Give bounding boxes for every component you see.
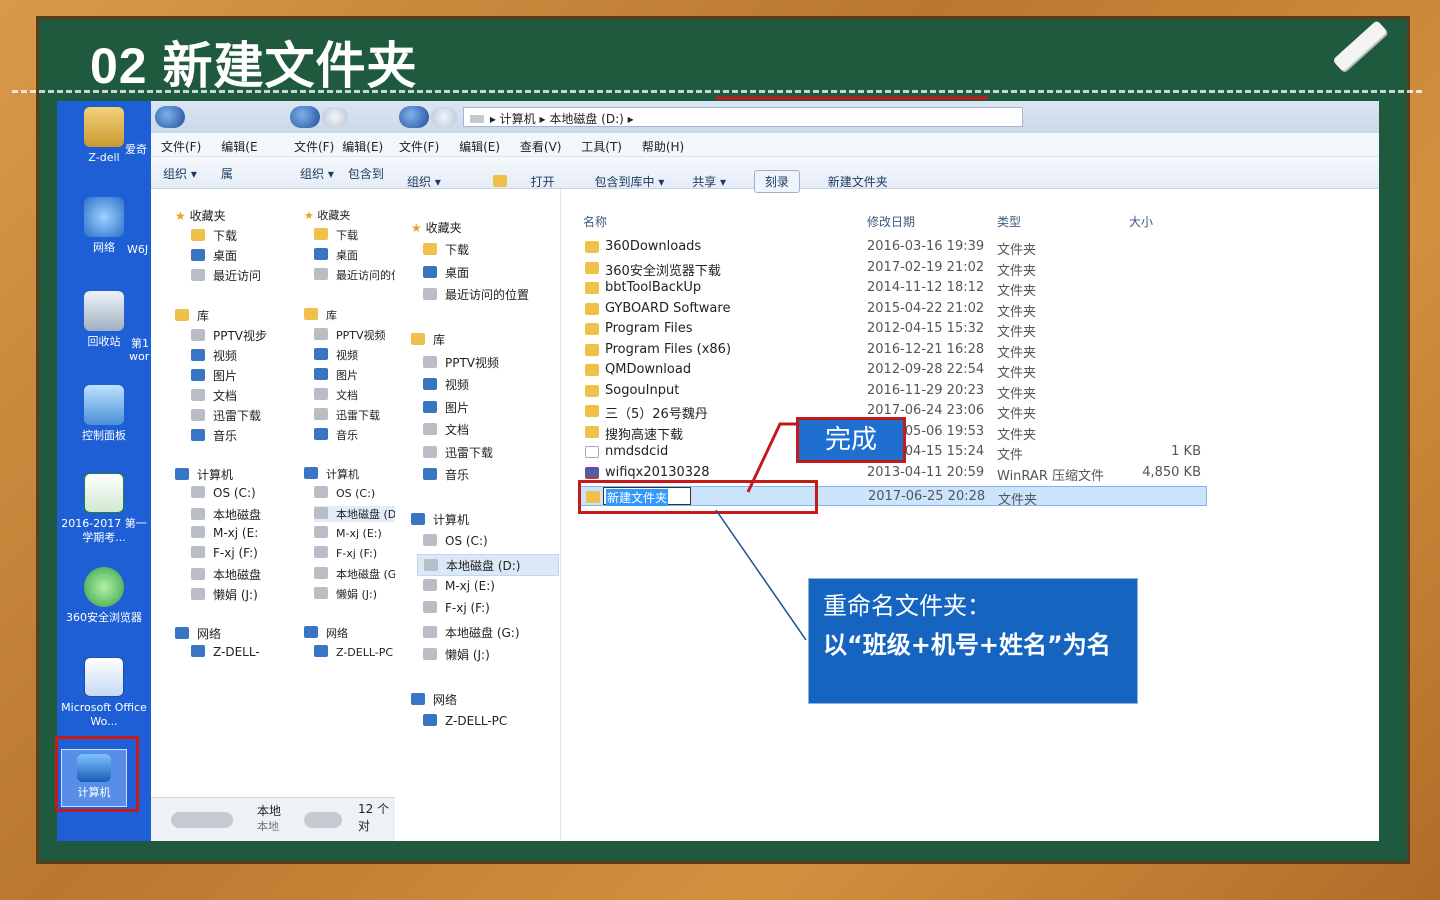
rename-rule: 以“班级+机号+姓名”为名 <box>823 631 1111 659</box>
annotation-lines <box>715 96 988 641</box>
rename-pointer-line <box>715 509 807 641</box>
rename-title: 重命名文件夹： <box>823 592 991 620</box>
done-callout: 完成 <box>796 417 906 463</box>
rename-callout: 重命名文件夹： 以“班级+机号+姓名”为名 <box>808 578 1138 704</box>
done-pointer-line <box>746 422 796 493</box>
